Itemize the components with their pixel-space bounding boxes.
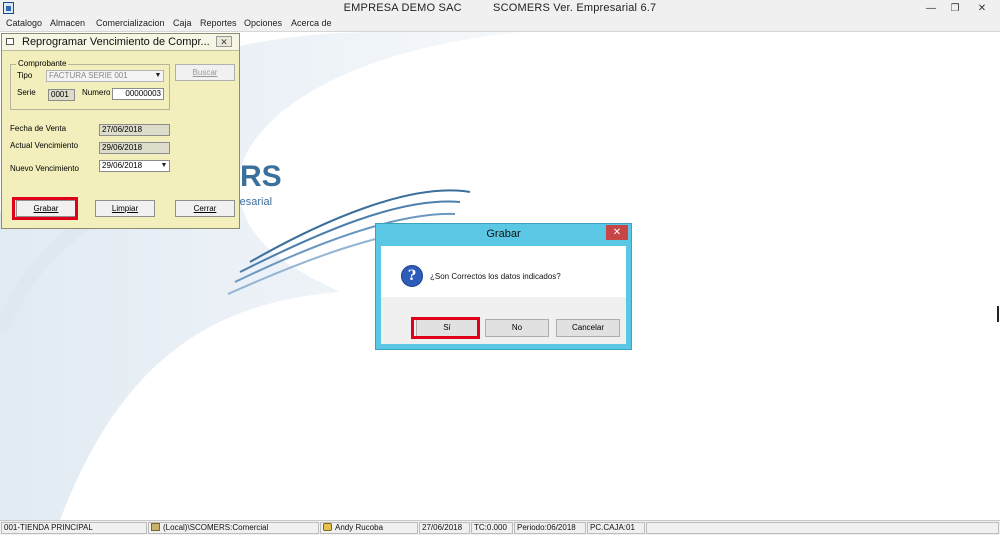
nuevo-vencimiento-datepicker[interactable]: 29/06/2018 ▼ [99, 160, 170, 172]
status-date: 27/06/2018 [419, 522, 470, 534]
status-caja: PC.CAJA:01 [587, 522, 645, 534]
status-database: (Local)\SCOMERS:Comercial [148, 522, 319, 534]
limpiar-button[interactable]: Limpiar [95, 200, 155, 217]
menu-acerca-de[interactable]: Acerca de [291, 18, 332, 28]
restore-icon[interactable]: ❐ [941, 0, 969, 17]
chevron-down-icon: ▼ [154, 72, 162, 79]
menu-reportes[interactable]: Reportes [200, 18, 237, 28]
question-icon: ? [401, 265, 423, 287]
status-user-text: Andy Rucoba [335, 523, 384, 532]
status-database-text: (Local)\SCOMERS:Comercial [163, 523, 269, 532]
buscar-button[interactable]: Buscar [175, 64, 235, 81]
user-icon [323, 523, 332, 531]
tipo-value: FACTURA SERIE 001 [49, 71, 128, 80]
numero-label: Numero [82, 88, 111, 97]
form-window-icon [6, 38, 14, 45]
cancelar-button[interactable]: Cancelar [556, 319, 620, 337]
status-bar: 001-TIENDA PRINCIPAL (Local)\SCOMERS:Com… [0, 520, 1000, 535]
fecha-venta-field[interactable]: 27/06/2018 [99, 124, 170, 136]
close-icon[interactable]: ✕ [968, 0, 996, 17]
title-app: SCOMERS Ver. Empresarial 6.7 [493, 2, 657, 14]
logo-text: RS [240, 160, 282, 193]
dialog-button-bar: Sí No Cancelar [381, 297, 626, 344]
form-titlebar: Reprogramar Vencimiento de Compr... ✕ [2, 34, 239, 51]
status-tienda: 001-TIENDA PRINCIPAL [1, 522, 147, 534]
reprogramar-vencimiento-window: Reprogramar Vencimiento de Compr... ✕ Co… [1, 33, 240, 229]
menu-comercializacion[interactable]: Comercializacion [96, 18, 165, 28]
si-highlight [411, 317, 480, 339]
nuevo-vencimiento-value: 29/06/2018 [102, 161, 143, 170]
menu-bar: Catalogo Almacen Comercializacion Caja R… [0, 17, 1000, 32]
grabar-highlight [12, 197, 78, 220]
cerrar-button-label: Cerrar [193, 204, 217, 213]
text-cursor [997, 306, 999, 322]
comprobante-label: Comprobante [16, 59, 69, 68]
dialog-message: ¿Son Correctos los datos indicados? [430, 272, 561, 281]
menu-caja[interactable]: Caja [173, 18, 192, 28]
status-user: Andy Rucoba [320, 522, 418, 534]
actual-vencimiento-label: Actual Vencimiento [10, 141, 79, 150]
numero-field[interactable]: 00000003 [112, 88, 164, 100]
fecha-venta-label: Fecha de Venta [10, 124, 67, 133]
window-titlebar: EMPRESA DEMO SAC SCOMERS Ver. Empresaria… [0, 0, 1000, 17]
menu-opciones[interactable]: Opciones [244, 18, 282, 28]
calendar-dropdown-icon[interactable]: ▼ [159, 161, 169, 171]
form-close-icon[interactable]: ✕ [216, 36, 232, 47]
menu-almacen[interactable]: Almacen [50, 18, 85, 28]
actual-vencimiento-field[interactable]: 29/06/2018 [99, 142, 170, 154]
logo-subtext: resarial [236, 196, 273, 208]
tipo-select[interactable]: FACTURA SERIE 001 ▼ [46, 70, 164, 82]
buscar-button-label: Buscar [192, 68, 218, 77]
form-title: Reprogramar Vencimiento de Compr... [22, 36, 210, 48]
dialog-title: Grabar [486, 228, 521, 240]
tipo-label: Tipo [17, 71, 33, 80]
title-company: EMPRESA DEMO SAC [343, 2, 462, 14]
limpiar-button-label: Limpiar [111, 204, 139, 213]
status-tc: TC:0.000 [471, 522, 513, 534]
grabar-dialog: Grabar ✕ ? ¿Son Correctos los datos indi… [375, 223, 632, 350]
dialog-close-icon[interactable]: ✕ [606, 225, 628, 240]
serie-label: Serie [17, 88, 36, 97]
database-icon [151, 523, 160, 531]
nuevo-vencimiento-label: Nuevo Vencimiento [10, 164, 79, 173]
status-empty [646, 522, 999, 534]
no-button[interactable]: No [485, 319, 549, 337]
cerrar-button[interactable]: Cerrar [175, 200, 235, 217]
window-title: EMPRESA DEMO SAC SCOMERS Ver. Empresaria… [0, 2, 1000, 14]
menu-catalogo[interactable]: Catalogo [6, 18, 42, 28]
serie-field[interactable]: 0001 [48, 89, 75, 101]
status-periodo: Periodo:06/2018 [514, 522, 586, 534]
dialog-body: ? ¿Son Correctos los datos indicados? [381, 246, 626, 297]
